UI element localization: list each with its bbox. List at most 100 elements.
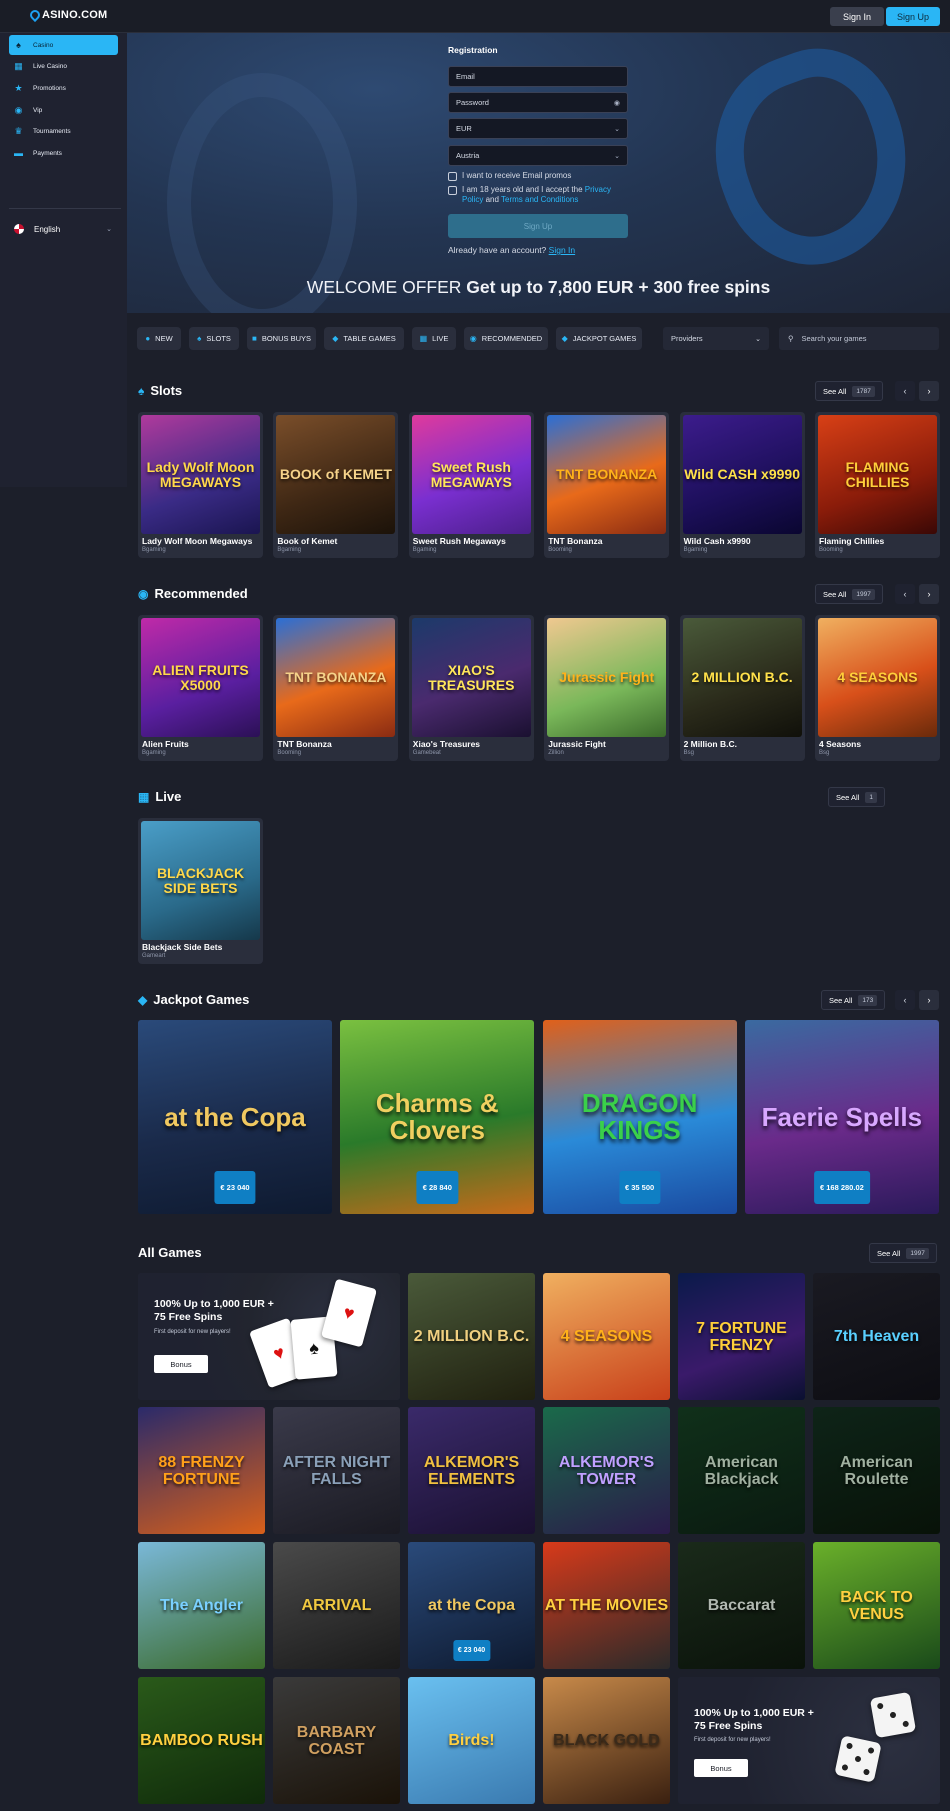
age-terms-checkbox-row[interactable]: I am 18 years old and I accept the Priva… [448, 185, 633, 205]
game-tile[interactable]: AFTER NIGHT FALLS [273, 1407, 400, 1534]
slots-next-arrow[interactable]: › [919, 381, 939, 401]
game-tile[interactable]: at the Copa € 23 040 [408, 1542, 535, 1669]
recommended-game-card[interactable]: 2 MILLION B.C. 2 Million B.C. Bsg [679, 615, 805, 761]
sidebar-item-live-casino[interactable]: ▦ Live Casino [9, 56, 118, 76]
game-tile-art: American Roulette [840, 1453, 913, 1488]
game-tile[interactable]: BLACK GOLD [543, 1677, 670, 1804]
registration-sign-up-button[interactable]: Sign Up [448, 214, 628, 238]
email-field[interactable]: Email [448, 66, 628, 87]
game-tile[interactable]: Baccarat [678, 1542, 805, 1669]
live-game-card[interactable]: BLACKJACK SIDE BETS Blackjack Side Bets Ga… [138, 818, 263, 964]
slots-game-card[interactable]: TNT BONANZA TNT Bonanza Booming [544, 412, 670, 558]
already-account-text: Already have an account? Sign In [448, 245, 576, 255]
jackpot-game-tile[interactable]: Faerie Spells € 168 280.02 [744, 1020, 939, 1214]
slots-game-card[interactable]: Sweet Rush MEGAWAYS Sweet Rush Megaways Bg… [408, 412, 534, 558]
bonus-button[interactable]: Bonus [154, 1355, 208, 1373]
filter-bonus-buys[interactable]: ■ BONUS BUYS [247, 327, 316, 350]
game-tile[interactable]: BARBARY COAST [273, 1677, 400, 1804]
game-thumbnail: 4 SEASONS [818, 618, 937, 737]
game-tile[interactable]: 7th Heaven [813, 1273, 940, 1400]
game-tile[interactable]: BACK TO VENUS [813, 1542, 940, 1669]
live-see-all-button[interactable]: See All 1 [828, 787, 885, 807]
game-tile[interactable]: 2 MILLION B.C. [408, 1273, 535, 1400]
grid-icon: ▦ [14, 60, 23, 71]
game-provider: Bsg [683, 750, 694, 756]
slots-game-card[interactable]: BOOK of KEMET Book of Kemet Bgaming [273, 412, 399, 558]
filter-slots[interactable]: ♠ SLOTS [189, 327, 239, 350]
password-field[interactable]: Password ◉ [448, 92, 628, 113]
bonus-button-2[interactable]: Bonus [694, 1759, 748, 1777]
terms-link[interactable]: Terms and Conditions [501, 195, 578, 204]
eye-icon[interactable]: ◉ [614, 99, 620, 107]
game-thumbnail: XIAO'S TREASURES [411, 618, 531, 737]
jackpot-prev-arrow[interactable]: ‹ [895, 990, 915, 1010]
jackpot-next-arrow[interactable]: › [919, 990, 939, 1010]
slots-see-all-button[interactable]: See All 1787 [815, 381, 883, 401]
filter-recommended[interactable]: ◉ RECOMMENDED [464, 327, 548, 350]
country-select[interactable]: Austria ⌄ [448, 145, 628, 166]
recommended-game-card[interactable]: Jurassic Fight Jurassic Fight Zillion [544, 615, 670, 761]
currency-select[interactable]: EUR ⌄ [448, 118, 628, 139]
slots-prev-arrow[interactable]: ‹ [895, 381, 915, 401]
sidebar-item-vip[interactable]: ◉ Vip [9, 100, 118, 120]
sidebar-item-payments[interactable]: ▬ Payments [9, 143, 118, 163]
hero-sign-in-link[interactable]: Sign In [549, 245, 575, 255]
email-promos-checkbox[interactable] [448, 172, 457, 181]
sidebar-item-tournaments[interactable]: ♛ Tournaments [9, 121, 118, 141]
all-games-see-all-button[interactable]: See All 1997 [869, 1243, 937, 1263]
game-tile[interactable]: ALKEMOR'S TOWER [543, 1407, 670, 1534]
sidebar-item-promotions[interactable]: ★ Promotions [9, 78, 118, 98]
sign-up-button[interactable]: Sign Up [886, 7, 940, 26]
game-tile[interactable]: Birds! [408, 1677, 535, 1804]
game-tile[interactable]: American Blackjack [678, 1407, 805, 1534]
top-bar: ASINO.COM Sign In Sign Up [0, 0, 950, 33]
gift-icon: ■ [251, 334, 257, 343]
sign-in-button[interactable]: Sign In [830, 7, 884, 26]
game-tile[interactable]: 7 FORTUNE FRENZY [678, 1273, 805, 1400]
jackpot-game-tile[interactable]: DRAGON KINGS € 35 500 [542, 1020, 737, 1214]
spade-logo-icon [27, 7, 43, 23]
language-selector[interactable]: English ⌄ [9, 220, 118, 238]
providers-dropdown[interactable]: Providers ⌄ [663, 327, 769, 350]
slots-game-card[interactable]: Wild CASH x9990 Wild Cash x9990 Bgaming [679, 412, 805, 558]
recommended-game-card[interactable]: ALIEN FRUITS X5000 Alien Fruits Bgaming [138, 615, 263, 761]
game-search-input[interactable]: ⚲ Search your games [779, 327, 939, 350]
jackpot-amount-badge: € 168 280.02 [813, 1171, 870, 1204]
site-logo[interactable]: ASINO.COM [27, 7, 107, 23]
recommended-prev-arrow[interactable]: ‹ [895, 584, 915, 604]
recommended-game-card[interactable]: 4 SEASONS 4 Seasons Bsg [815, 615, 940, 761]
recommended-game-card[interactable]: XIAO'S TREASURES Xiao's Treasures Gamebeat [408, 615, 534, 761]
game-thumbnail: TNT BONANZA [276, 618, 396, 737]
jackpot-game-tile[interactable]: at the Copa € 23 040 [138, 1020, 332, 1214]
jackpot-game-tile[interactable]: Charms & Clovers € 28 840 [340, 1020, 535, 1214]
game-tile[interactable]: AT THE MOVIES [543, 1542, 670, 1669]
game-tile[interactable]: ARRIVAL [273, 1542, 400, 1669]
game-tile-art: Baccarat [707, 1597, 776, 1614]
filter-table-games[interactable]: ◆ TABLE GAMES [324, 327, 404, 350]
game-tile[interactable]: BAMBOO RUSH [138, 1677, 265, 1804]
game-tile[interactable]: 88 FRENZY FORTUNE [138, 1407, 265, 1534]
game-tile[interactable]: 4 SEASONS [543, 1273, 670, 1400]
game-provider: Bgaming [683, 547, 708, 553]
game-tile[interactable]: The Angler [138, 1542, 265, 1669]
slots-game-card[interactable]: FLAMING CHILLIES Flaming Chillies Booming [815, 412, 940, 558]
filter-jackpot-games[interactable]: ◆ JACKPOT GAMES [556, 327, 642, 350]
slots-game-card[interactable]: Lady Wolf Moon MEGAWAYS Lady Wolf Moon Me… [138, 412, 263, 558]
recommended-game-card[interactable]: TNT BONANZA TNT Bonanza Booming [273, 615, 399, 761]
age-terms-checkbox[interactable] [448, 186, 457, 195]
search-icon: ⚲ [788, 334, 794, 343]
filter-new[interactable]: ● NEW [137, 327, 181, 350]
game-tile-art: Birds! [448, 1732, 495, 1749]
filter-live[interactable]: ▦ LIVE [412, 327, 456, 350]
game-name: Blackjack Side Bets [142, 942, 223, 952]
game-tile[interactable]: ALKEMOR'S ELEMENTS [408, 1407, 535, 1534]
game-tile-art: ALKEMOR'S TOWER [558, 1453, 655, 1488]
email-promos-checkbox-row[interactable]: I want to receive Email promos [448, 171, 633, 181]
game-tile[interactable]: American Roulette [813, 1407, 940, 1534]
recommended-see-all-button[interactable]: See All 1997 [815, 584, 883, 604]
sidebar-item-casino[interactable]: ♠ Casino [9, 35, 118, 55]
dice-icon [834, 1735, 882, 1783]
game-provider: Bgaming [412, 547, 437, 553]
recommended-next-arrow[interactable]: › [919, 584, 939, 604]
jackpot-see-all-button[interactable]: See All 173 [821, 990, 886, 1010]
